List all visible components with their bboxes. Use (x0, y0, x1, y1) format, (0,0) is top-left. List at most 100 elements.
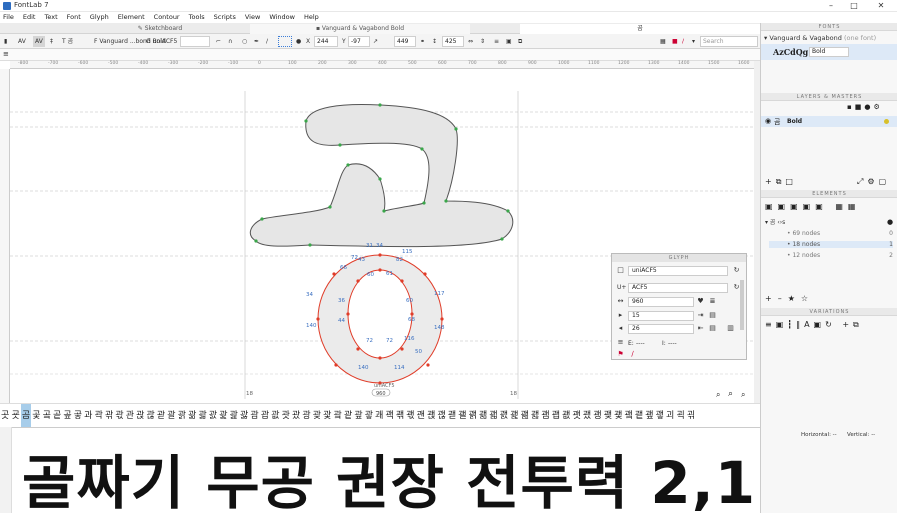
glyph-cell[interactable]: 괛 (405, 404, 415, 427)
element-root[interactable]: ▾ 곰 ‹›s (765, 217, 785, 226)
glyph-cell[interactable]: 괆 (187, 404, 197, 427)
glyph-cell[interactable]: 괧 (530, 404, 540, 427)
rsb-lock-icon[interactable]: ▤ (708, 324, 717, 333)
sidebar-toggle-icon[interactable]: ▮ (4, 36, 7, 47)
preview-text[interactable]: 골짜기 무공 권장 전투력 2,127 (22, 436, 839, 520)
menu-glyph[interactable]: Glyph (87, 12, 109, 23)
color-flag-icon[interactable]: ■ (672, 36, 678, 47)
glyph-cell[interactable]: 괘 (374, 404, 384, 427)
curve-tool-icon[interactable]: ∩ (228, 36, 232, 47)
glyph-cell[interactable]: 괖 (353, 404, 363, 427)
element-row[interactable]: • 69 nodes 0 (773, 230, 893, 237)
layers-expand-icons[interactable]: ⤢⚙▢ (857, 177, 890, 187)
glyph-cell[interactable]: 괅 (177, 404, 187, 427)
glyph-cell[interactable]: 곳 (0, 404, 10, 427)
align-right-icon[interactable]: ≣ (708, 297, 717, 306)
minimize-icon[interactable]: – (820, 0, 842, 12)
flip-vertical-icon[interactable]: ⇕ (480, 36, 485, 47)
preview-panel[interactable]: 골짜기 무공 권장 전투력 2,127 (0, 427, 838, 517)
glyph-cell[interactable]: 괞 (436, 404, 446, 427)
heart-icon[interactable]: ♥ (696, 297, 705, 306)
glyph-cell[interactable]: 괌 (249, 404, 259, 427)
glyph-cell[interactable]: 괴 (665, 404, 675, 427)
flip-horizontal-icon[interactable]: ⇔ (468, 36, 473, 47)
zoom-out-icon[interactable]: ⌕ (716, 390, 720, 400)
glyph-cell[interactable]: 괗 (364, 404, 374, 427)
contour-tool-icon[interactable]: ⌐ (216, 36, 221, 47)
glyph-cell[interactable]: 괇 (197, 404, 207, 427)
menu-font[interactable]: Font (64, 12, 81, 23)
inner-ring-contour[interactable] (347, 269, 413, 359)
knife-tool-icon[interactable]: ∕ (266, 36, 268, 47)
glyph-cell[interactable]: 괏 (281, 404, 291, 427)
glyph-name-input[interactable]: uniACF5 (628, 266, 728, 276)
glyph-cell[interactable]: 괮 (603, 404, 613, 427)
glyph-cell[interactable]: 괯 (613, 404, 623, 427)
refresh-icon[interactable]: ↻ (732, 266, 741, 275)
menu-tools[interactable]: Tools (186, 12, 205, 23)
lsb-link-icon[interactable]: ⇥ (696, 311, 705, 320)
menu-text[interactable]: Text (41, 12, 57, 23)
glyph-cell[interactable]: 괤 (499, 404, 509, 427)
glyph-cell[interactable]: 과 (83, 404, 93, 427)
glyph-cell[interactable]: 광 (301, 404, 311, 427)
menu-view[interactable]: View (242, 12, 260, 23)
unicode-input[interactable]: ACF5 (628, 283, 728, 293)
glyph-cell[interactable]: 괫 (571, 404, 581, 427)
text-tool-icon[interactable]: ‡ (50, 36, 53, 47)
kerning-tool-icon[interactable]: AV (18, 36, 26, 47)
glyph-cell[interactable]: 괥 (509, 404, 519, 427)
glyph-cell[interactable]: 괊 (229, 404, 239, 427)
glyph-cell[interactable]: 괠 (457, 404, 467, 427)
glyph-cell[interactable]: 괙 (384, 404, 394, 427)
zoom-in-icon[interactable]: ⌕ (741, 390, 745, 400)
glyph-cell[interactable]: 곷 (31, 404, 41, 427)
menu-element[interactable]: Element (115, 12, 145, 23)
glyph-strip[interactable]: 곳굣곰곷곸곹곺곻과곽곾곿관괁괂괃괄괅괆괇괈괉괊괋괌괍괎괏괐광괒괓괔괕괖괗괘괙괚괛… (0, 403, 760, 427)
ellipse-tool-icon[interactable]: ○ (242, 36, 247, 47)
glyph-cell[interactable]: 관 (125, 404, 135, 427)
glyph-cell[interactable]: 곸 (42, 404, 52, 427)
glyph-cell[interactable]: 괭 (592, 404, 602, 427)
element-row-selected[interactable]: • 18 nodes 1 (769, 241, 893, 248)
glyph-cell[interactable]: 괲 (644, 404, 654, 427)
top-contour[interactable] (249, 104, 514, 248)
glyph-cell[interactable]: 괰 (623, 404, 633, 427)
transform-icon[interactable]: ▣ (506, 36, 512, 47)
variations-toolbar-icons[interactable]: ≡▣┇‖A▣↻ +⧉ (765, 320, 863, 330)
rsb-link-icon[interactable]: ⇤ (696, 324, 705, 333)
search-input[interactable]: Search (700, 36, 758, 47)
glyph-cell[interactable]: 괉 (218, 404, 228, 427)
glyph-cell[interactable]: 괬 (582, 404, 592, 427)
glyph-cell[interactable]: 곾 (104, 404, 114, 427)
glyph-cell[interactable]: 괳 (655, 404, 665, 427)
lsb-lock-icon[interactable]: ▤ (708, 311, 717, 320)
glyph-cell[interactable]: 괒 (312, 404, 322, 427)
metrics-tool-icon[interactable]: AV (33, 36, 45, 47)
element-row[interactable]: • 12 nodes 2 (773, 252, 893, 259)
grid-toggle-icon[interactable]: ▦ (660, 36, 666, 47)
selection-frame-icon[interactable] (278, 36, 292, 47)
glyph-cell[interactable]: 괈 (208, 404, 218, 427)
glyph-cell[interactable]: 괡 (468, 404, 478, 427)
eye-icon[interactable]: ◉ (765, 117, 771, 125)
glyph-cell[interactable]: 곽 (94, 404, 104, 427)
advance-width-input[interactable]: 960 (628, 297, 694, 307)
glyph-cell[interactable]: 괶 (686, 404, 696, 427)
color-dropdown-icon[interactable]: ▾ (692, 36, 695, 47)
glyph-cell[interactable]: 곿 (114, 404, 124, 427)
glyph-cell[interactable]: 괐 (291, 404, 301, 427)
glyph-cell[interactable]: 괓 (322, 404, 332, 427)
glyph-cell[interactable]: 괎 (270, 404, 280, 427)
glyph-cell[interactable]: 괩 (551, 404, 561, 427)
glyph-cell[interactable]: 괃 (156, 404, 166, 427)
mark-color-icon[interactable]: ∕ (628, 350, 637, 359)
glyph-cell[interactable]: 괁 (135, 404, 145, 427)
layer-color-dot-icon[interactable] (884, 119, 889, 124)
zoom-fit-icon[interactable]: ⌕ (728, 389, 733, 399)
font-style[interactable]: Bold (809, 47, 849, 57)
x-field[interactable]: 244 (314, 36, 338, 47)
horizontal-ruler[interactable]: -800 -700 -600 -500 -400 -300 -200 -100 0 100 200 3… (10, 61, 779, 69)
glyph-cell[interactable]: 괨 (540, 404, 550, 427)
glyph-name-label[interactable]: G uniACF5 (146, 36, 177, 47)
